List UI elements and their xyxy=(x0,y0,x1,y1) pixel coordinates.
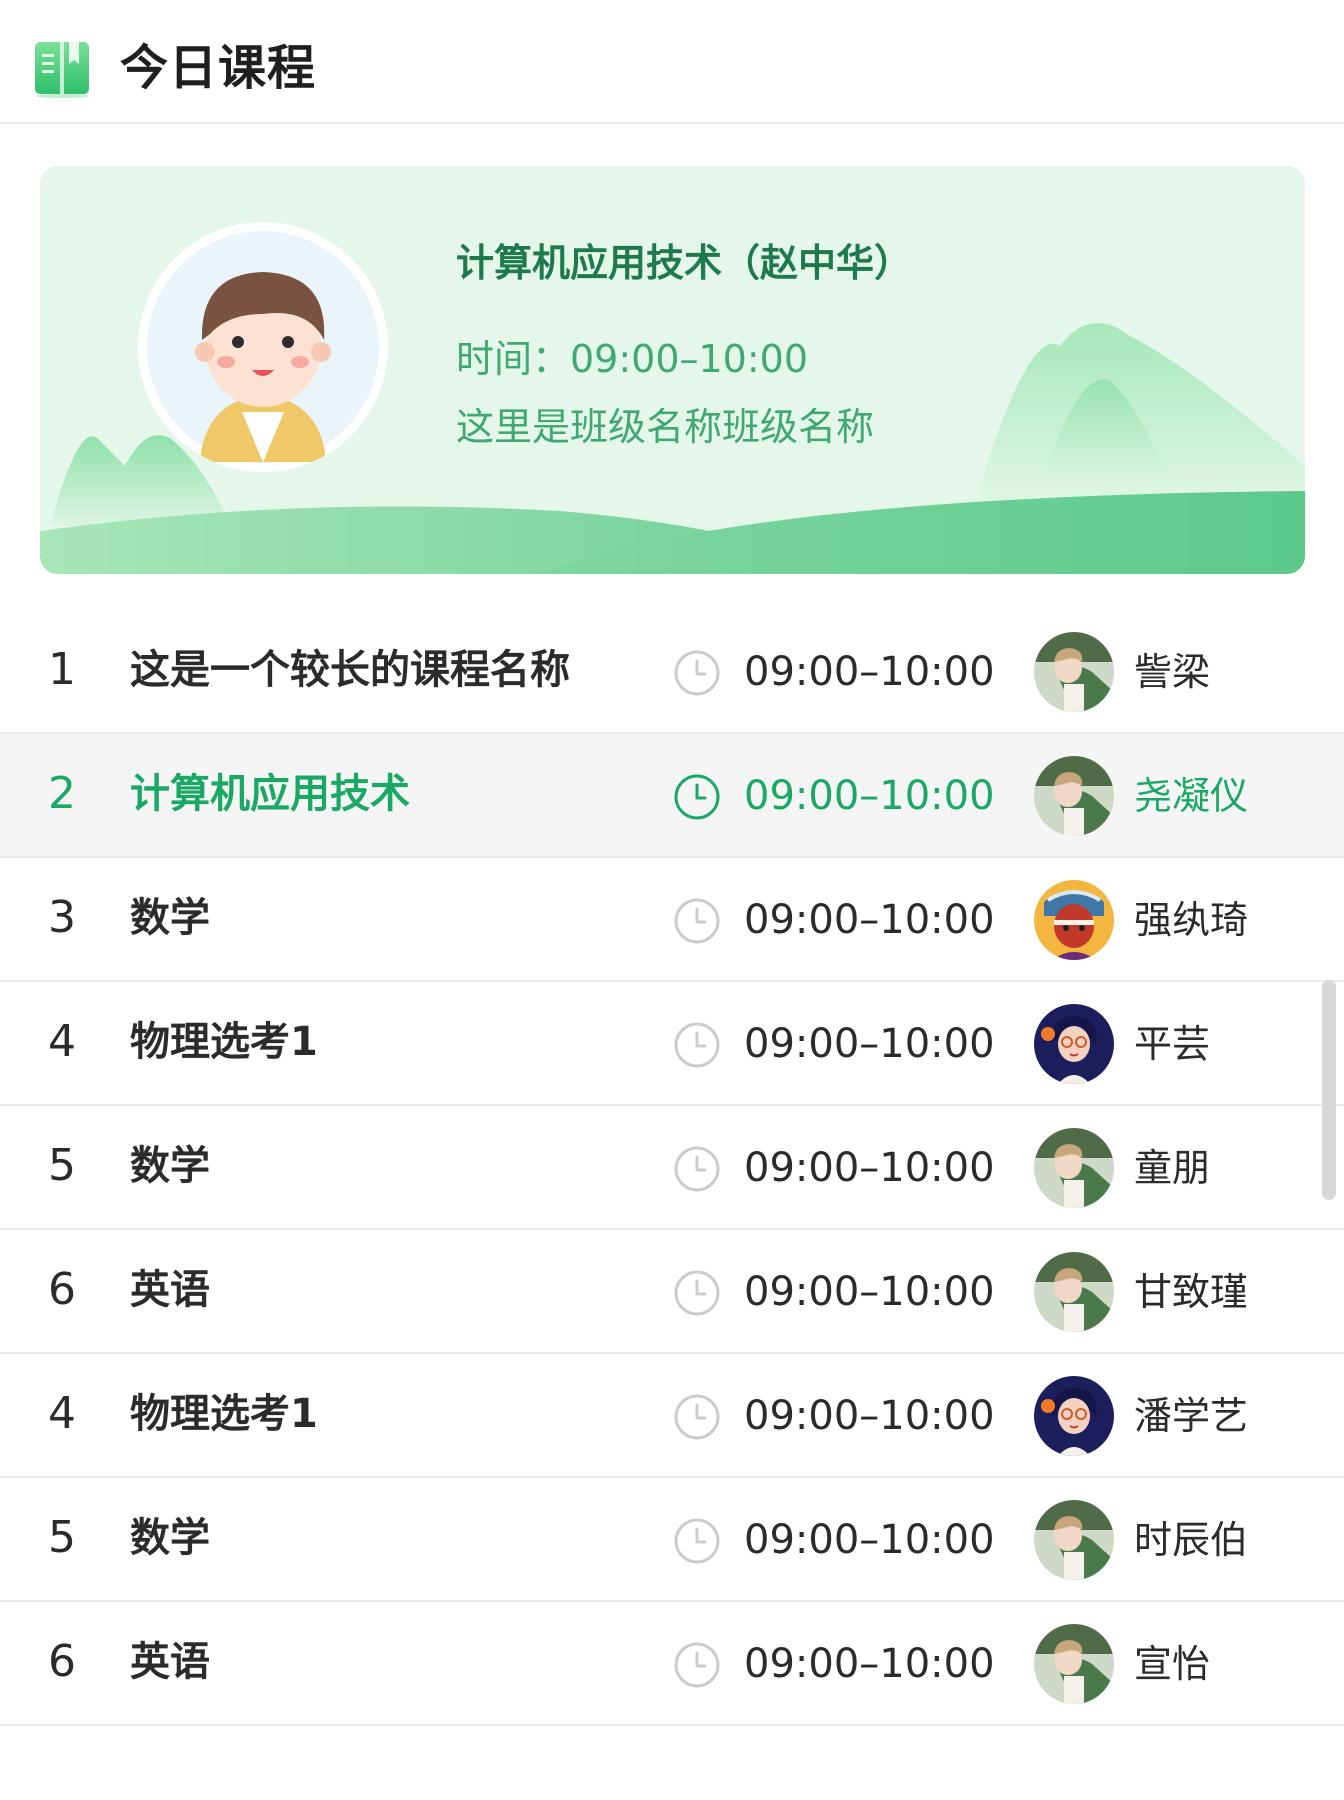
clock-icon xyxy=(674,1518,720,1564)
page-title: 今日课程 xyxy=(120,40,317,96)
teacher-name: 潘学艺 xyxy=(1134,1394,1249,1438)
banner-class-name: 这里是班级名称班级名称 xyxy=(456,405,875,449)
course-index: 2 xyxy=(48,768,76,819)
course-time: 09:00–10:00 xyxy=(744,1393,995,1439)
teacher-name: 时辰伯 xyxy=(1134,1518,1249,1562)
course-time: 09:00–10:00 xyxy=(744,649,995,695)
clock-icon xyxy=(674,774,720,820)
course-index: 4 xyxy=(48,1388,76,1439)
course-name: 数学 xyxy=(130,895,210,941)
course-name: 英语 xyxy=(130,1267,210,1313)
course-index: 6 xyxy=(48,1264,76,1315)
teacher-avatar xyxy=(1034,632,1114,712)
banner-course-time: 时间：09:00–10:00 xyxy=(456,337,809,381)
teacher-avatar xyxy=(1034,1624,1114,1704)
photo-boy-avatar xyxy=(1034,756,1114,836)
course-name: 计算机应用技术 xyxy=(130,771,410,817)
course-time: 09:00–10:00 xyxy=(744,897,995,943)
course-index: 5 xyxy=(48,1140,76,1191)
clock-icon xyxy=(674,1642,720,1688)
teacher-avatar xyxy=(1034,1004,1114,1084)
page-header: 今日课程 xyxy=(0,0,1344,124)
course-index: 6 xyxy=(48,1636,76,1687)
course-name: 物理选考1 xyxy=(130,1019,318,1065)
course-list: 1 这是一个较长的课程名称 09:00–10:00 訾梁 2 计算机应用技术 0… xyxy=(0,610,1344,1726)
course-index: 1 xyxy=(48,644,76,695)
course-name: 英语 xyxy=(130,1639,210,1685)
photo-boy-avatar xyxy=(1034,1500,1114,1580)
photo-boy-avatar xyxy=(1034,1128,1114,1208)
teacher-name: 平芸 xyxy=(1134,1022,1211,1066)
course-row-3[interactable]: 3 数学 09:00–10:00 强纨琦 xyxy=(0,858,1344,982)
book-icon xyxy=(35,42,89,98)
banner-course-title: 计算机应用技术（赵中华） xyxy=(456,241,913,285)
teacher-name: 强纨琦 xyxy=(1134,898,1249,942)
course-name: 数学 xyxy=(130,1143,210,1189)
current-course-banner[interactable]: 计算机应用技术（赵中华） 时间：09:00–10:00 这里是班级名称班级名称 xyxy=(40,166,1305,574)
teacher-name: 宣怡 xyxy=(1134,1642,1211,1686)
course-time: 09:00–10:00 xyxy=(744,1641,995,1687)
teacher-name: 童朋 xyxy=(1134,1146,1211,1190)
photo-boy-avatar xyxy=(1034,1624,1114,1704)
teacher-avatar xyxy=(1034,1500,1114,1580)
teacher-avatar xyxy=(1034,1376,1114,1456)
woman-illustration-avatar xyxy=(1034,1376,1114,1456)
course-index: 3 xyxy=(48,892,76,943)
course-index: 4 xyxy=(48,1016,76,1067)
woman-illustration-avatar xyxy=(1034,1004,1114,1084)
course-time: 09:00–10:00 xyxy=(744,773,995,819)
teacher-avatar xyxy=(138,222,388,472)
scrollbar[interactable] xyxy=(1322,980,1336,1200)
teacher-name: 甘致瑾 xyxy=(1134,1270,1249,1314)
teacher-avatar xyxy=(1034,1252,1114,1332)
clock-icon xyxy=(674,1270,720,1316)
clock-icon xyxy=(674,1022,720,1068)
course-name: 数学 xyxy=(130,1515,210,1561)
teacher-cartoon-avatar xyxy=(147,231,379,463)
course-time: 09:00–10:00 xyxy=(744,1517,995,1563)
course-row-6[interactable]: 6 英语 09:00–10:00 甘致瑾 xyxy=(0,1230,1344,1354)
warrior-avatar xyxy=(1034,880,1114,960)
course-row-8[interactable]: 5 数学 09:00–10:00 时辰伯 xyxy=(0,1478,1344,1602)
clock-icon xyxy=(674,1146,720,1192)
course-time: 09:00–10:00 xyxy=(744,1269,995,1315)
course-time: 09:00–10:00 xyxy=(744,1145,995,1191)
teacher-avatar xyxy=(1034,756,1114,836)
course-index: 5 xyxy=(48,1512,76,1563)
course-row-5[interactable]: 5 数学 09:00–10:00 童朋 xyxy=(0,1106,1344,1230)
photo-boy-avatar xyxy=(1034,1252,1114,1332)
course-row-9[interactable]: 6 英语 09:00–10:00 宣怡 xyxy=(0,1602,1344,1726)
teacher-name: 尧凝仪 xyxy=(1134,774,1249,818)
course-name: 这是一个较长的课程名称 xyxy=(130,647,570,693)
course-row-1[interactable]: 1 这是一个较长的课程名称 09:00–10:00 訾梁 xyxy=(0,610,1344,734)
clock-icon xyxy=(674,650,720,696)
teacher-avatar xyxy=(1034,880,1114,960)
clock-icon xyxy=(674,898,720,944)
teacher-avatar xyxy=(1034,1128,1114,1208)
teacher-name: 訾梁 xyxy=(1134,650,1211,694)
course-row-2[interactable]: 2 计算机应用技术 09:00–10:00 尧凝仪 xyxy=(0,734,1344,858)
course-name: 物理选考1 xyxy=(130,1391,318,1437)
course-row-7[interactable]: 4 物理选考1 09:00–10:00 潘学艺 xyxy=(0,1354,1344,1478)
photo-boy-avatar xyxy=(1034,632,1114,712)
course-time: 09:00–10:00 xyxy=(744,1021,995,1067)
clock-icon xyxy=(674,1394,720,1440)
course-row-4[interactable]: 4 物理选考1 09:00–10:00 平芸 xyxy=(0,982,1344,1106)
